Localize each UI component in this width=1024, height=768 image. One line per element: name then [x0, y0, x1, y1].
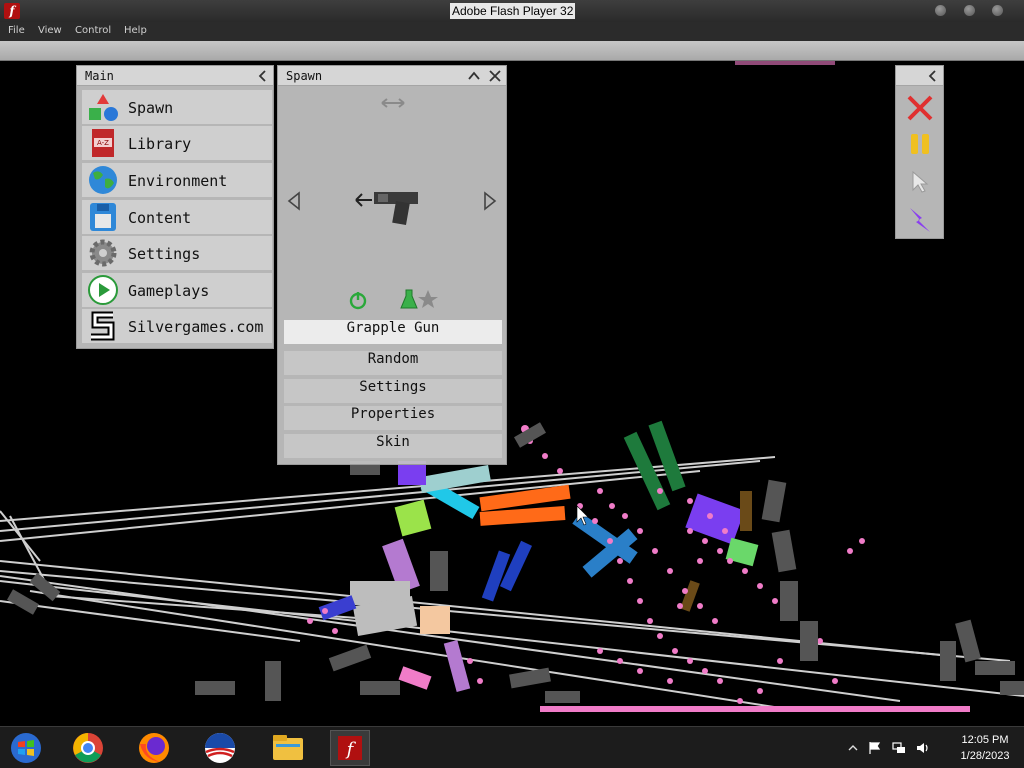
maximize-button[interactable] — [964, 5, 975, 16]
collapse-main-button[interactable] — [255, 68, 271, 84]
cursor-icon[interactable] — [910, 170, 930, 194]
book-icon: A-Z — [92, 129, 114, 157]
close-window-button[interactable] — [992, 5, 1003, 16]
taskbar: f 12:05 PM 1/28/2023 — [0, 726, 1024, 768]
power-toggle-icon[interactable] — [348, 290, 368, 310]
flash-player-icon: f — [338, 736, 362, 760]
flag-icon[interactable] — [868, 741, 882, 755]
spawn-panel-title: Spawn — [286, 69, 323, 83]
clock-time[interactable]: 12:05 PM — [950, 734, 1020, 746]
main-item-gameplays[interactable]: Gameplays — [82, 273, 272, 307]
spawn-panel-header: Spawn — [278, 66, 506, 86]
main-item-settings[interactable]: Settings — [82, 236, 272, 270]
menu-control[interactable]: Control — [75, 25, 111, 36]
network-icon[interactable] — [892, 741, 906, 755]
clock-date[interactable]: 1/28/2023 — [950, 750, 1020, 762]
chevron-up-icon[interactable] — [846, 741, 860, 755]
pause-icon[interactable] — [908, 132, 932, 156]
main-panel-title: Main — [85, 69, 114, 83]
menu-file[interactable]: File — [8, 25, 25, 36]
properties-button[interactable]: Properties — [284, 406, 502, 430]
previous-item-button[interactable] — [286, 191, 302, 211]
svg-text:A-Z: A-Z — [97, 139, 109, 147]
particle-floor-strip — [540, 706, 970, 712]
tools-panel — [895, 65, 944, 239]
window-title: Adobe Flash Player 32 — [450, 3, 576, 19]
main-panel-header: Main — [77, 66, 273, 86]
next-item-button[interactable] — [482, 191, 498, 211]
file-explorer-icon[interactable] — [268, 730, 308, 766]
main-item-library[interactable]: A-Z Library — [82, 126, 272, 160]
grapple-gun-preview-icon — [355, 192, 418, 226]
flash-logo-icon: f — [4, 3, 20, 19]
game-canvas[interactable]: Main Spawn A-Z Library Environment Conte… — [0, 61, 1024, 726]
flash-player-window: f Adobe Flash Player 32 File View Contro… — [0, 0, 1024, 768]
close-icon[interactable] — [487, 68, 503, 84]
main-item-spawn[interactable]: Spawn — [82, 90, 272, 124]
resize-arrows-icon[interactable] — [380, 96, 406, 110]
windows-start-icon[interactable] — [6, 730, 46, 766]
chevron-up-icon[interactable] — [466, 68, 482, 84]
menu-bar: File View Control Help — [0, 22, 1024, 41]
shapes-icon — [89, 94, 118, 121]
tools-panel-header — [896, 66, 943, 86]
spawn-panel: Spawn Grapple Gun Random Settings Proper… — [277, 65, 507, 465]
main-item-environment[interactable]: Environment — [82, 163, 272, 197]
flash-player-taskbar-button[interactable]: f — [330, 730, 370, 766]
chrome-icon[interactable] — [68, 730, 108, 766]
title-bar: f Adobe Flash Player 32 — [0, 0, 1024, 22]
skin-button[interactable]: Skin — [284, 434, 502, 458]
main-item-content[interactable]: Content — [82, 200, 272, 234]
floppy-disk-icon — [90, 203, 116, 231]
silvergames-logo-icon — [91, 311, 115, 341]
main-item-silvergames[interactable]: Silvergames.com — [82, 309, 272, 343]
gear-icon — [89, 239, 117, 267]
menu-help[interactable]: Help — [124, 25, 147, 36]
close-x-icon[interactable] — [906, 94, 934, 122]
volume-icon[interactable] — [916, 741, 930, 755]
flask-star-icon[interactable] — [400, 288, 440, 310]
play-icon — [88, 275, 118, 305]
obama-logo-icon[interactable] — [200, 730, 240, 766]
game-top-strip — [0, 41, 1024, 61]
globe-icon — [89, 166, 117, 194]
collapse-tools-button[interactable] — [925, 68, 941, 84]
lightning-icon[interactable] — [906, 204, 934, 234]
particle-top-strip — [735, 61, 835, 65]
minimize-button[interactable] — [935, 5, 946, 16]
main-panel: Main Spawn A-Z Library Environment Conte… — [76, 65, 274, 349]
selected-item-name: Grapple Gun — [284, 320, 502, 344]
menu-view[interactable]: View — [38, 25, 62, 36]
spawn-settings-button[interactable]: Settings — [284, 379, 502, 403]
random-button[interactable]: Random — [284, 351, 502, 375]
firefox-icon[interactable] — [134, 730, 174, 766]
